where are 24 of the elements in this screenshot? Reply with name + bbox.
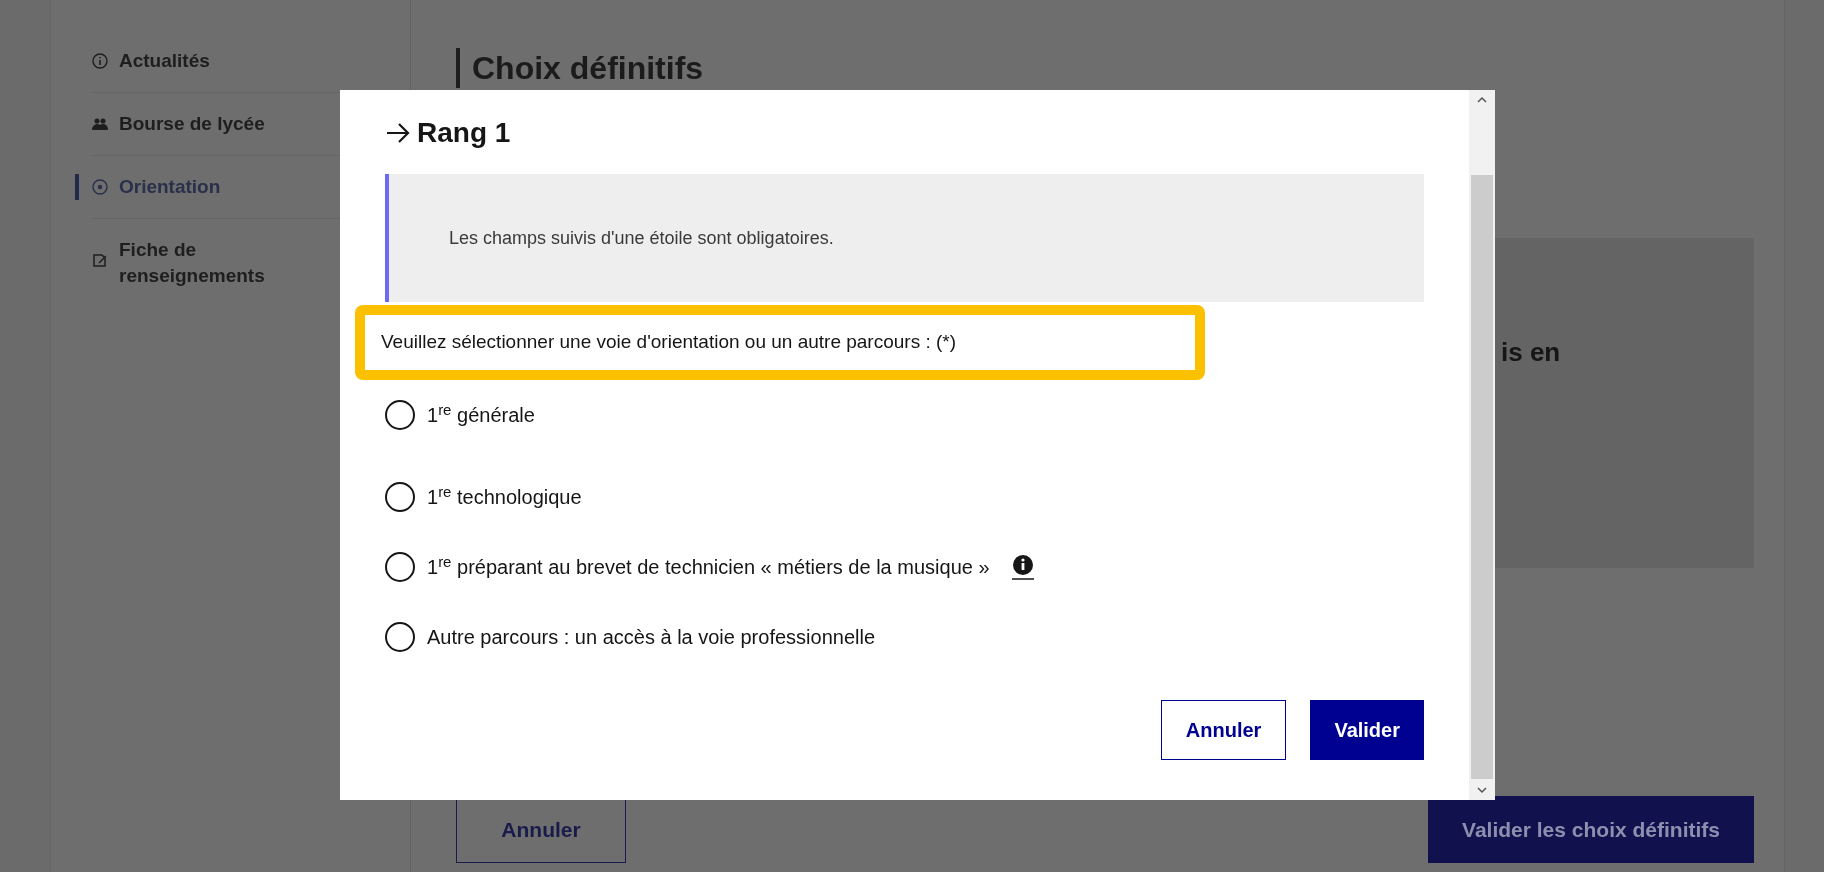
- arrow-right-icon: [385, 122, 411, 144]
- primary-button[interactable]: Valider les choix définitifs: [1428, 796, 1754, 863]
- document-edit-icon: [91, 251, 109, 269]
- radio-button[interactable]: [385, 482, 415, 512]
- radio-option[interactable]: Autre parcours : un accès à la voie professionnelle: [385, 602, 1424, 672]
- radio-button[interactable]: [385, 400, 415, 430]
- info-icon[interactable]: [1009, 554, 1036, 580]
- radio-button[interactable]: [385, 552, 415, 582]
- primary-button[interactable]: Valider: [1310, 700, 1424, 760]
- caret-down-icon[interactable]: [1476, 785, 1488, 795]
- question-label: Veuillez sélectionner une voie d'orientation ou un autre parcours : (*): [381, 330, 957, 355]
- scrollbar-thumb[interactable]: [1471, 175, 1493, 779]
- scrollbar[interactable]: [1469, 90, 1495, 800]
- notice-text: Les champs suivis d'une étoile sont obligatoires.: [449, 226, 834, 250]
- radio-button[interactable]: [385, 622, 415, 652]
- secondary-button[interactable]: Annuler: [1160, 700, 1287, 760]
- radio-option[interactable]: 1$^{re}$ préparant au brevet de technicien « métiers de la musique »: [385, 532, 1424, 602]
- target-icon: [91, 178, 109, 196]
- radio-option[interactable]: 1$^{re}$ technologique: [385, 462, 1424, 532]
- dialog-title: Rang 1: [417, 116, 511, 150]
- radio-option[interactable]: 1$^{re}$ générale: [385, 380, 1424, 450]
- caret-up-icon[interactable]: [1476, 95, 1488, 105]
- info-icon: [91, 52, 109, 70]
- panel-text: is en: [1501, 337, 1561, 367]
